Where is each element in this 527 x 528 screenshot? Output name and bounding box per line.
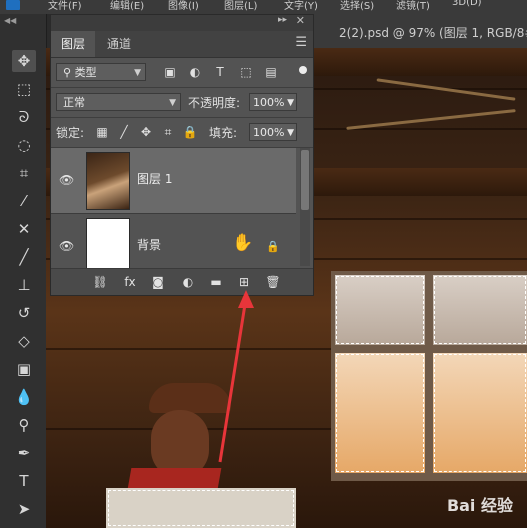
arrow-head: [238, 290, 254, 308]
arrow-shaft: [218, 297, 248, 463]
annotation-arrow: [218, 290, 254, 463]
